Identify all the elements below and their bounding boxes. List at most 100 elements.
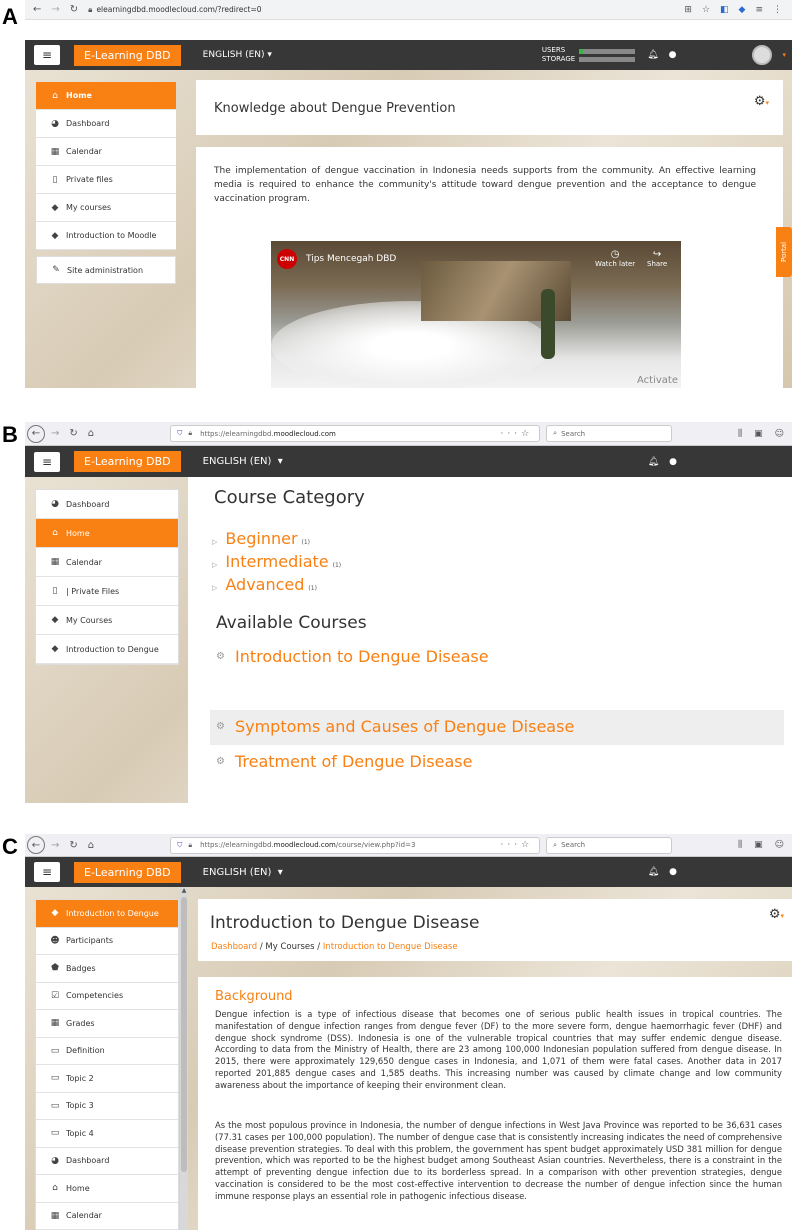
chat-icon[interactable]: ● (669, 50, 677, 60)
bell-icon[interactable]: 🔔︎ (648, 457, 659, 467)
language-menu[interactable]: ENGLISH (EN) ▾ (203, 456, 283, 467)
watch-later-button[interactable]: ◷ Watch later (595, 249, 635, 268)
forward-icon[interactable]: → (51, 4, 59, 15)
portal-tab[interactable]: Portal (776, 227, 792, 277)
sidebar-item[interactable]: ◕ Dashboard (36, 490, 178, 519)
sidebar-item-label: Introduction to Moodle (66, 231, 157, 240)
sidebar-scrollbar[interactable]: ▲ (180, 887, 188, 1230)
account-icon[interactable]: ☺ (775, 840, 784, 850)
sidebar-item[interactable]: ▦ Calendar (36, 1203, 178, 1230)
search-input[interactable]: ⌕ Search (546, 425, 673, 442)
gear-icon[interactable]: ⚙▾ (754, 94, 769, 109)
search-input[interactable]: ⌕ Search (546, 836, 673, 854)
course-link[interactable]: ⚙ Treatment of Dengue Disease (216, 752, 472, 771)
reload-icon[interactable]: ↻ (69, 840, 77, 851)
sidebar-item[interactable]: ◆ My Courses (36, 606, 178, 635)
extension-icon[interactable]: ◆ (739, 5, 746, 15)
bell-icon[interactable]: 🔔︎ (648, 867, 659, 877)
sidebar-item[interactable]: ◆ My courses (36, 194, 176, 222)
category-link[interactable]: ▷ Advanced (1) (212, 575, 341, 594)
sidebar-item[interactable]: ▦ Calendar (36, 138, 176, 166)
forward-icon[interactable]: → (51, 428, 59, 439)
reload-icon[interactable]: ↻ (70, 4, 78, 15)
sidebar-item[interactable]: ⌂ Home (36, 82, 176, 110)
dashboard-icon: ◕ (51, 118, 59, 129)
brand-button[interactable]: E-Learning DBD (74, 44, 181, 66)
graduation-cap-icon: ◆ (51, 615, 59, 625)
address-bar[interactable]: elearningdbd.moodlecloud.com/?redirect=0 (96, 5, 261, 14)
star-icon[interactable]: ☆ (702, 5, 710, 15)
chevron-down-icon[interactable]: ▾ (782, 51, 786, 59)
lock-icon: 🔒︎ (188, 840, 193, 849)
sidebar-item[interactable]: ▯ | Private Files (36, 577, 178, 606)
brand-button[interactable]: E-Learning DBD (74, 861, 181, 883)
language-menu[interactable]: ENGLISH (EN) ▾ (203, 867, 283, 878)
reload-icon[interactable]: ↻ (69, 428, 77, 439)
category-link[interactable]: ▷ Beginner (1) (212, 529, 341, 548)
sidebar-item-label: Calendar (66, 147, 102, 156)
sidebar-item[interactable]: ◕ Dashboard (36, 110, 176, 138)
sidebar-item[interactable]: ☑ Competencies (36, 983, 178, 1010)
address-bar[interactable]: ⛉ 🔒︎ https://elearningdbd. moodlecloud.co… (170, 425, 541, 442)
sidebar-item[interactable]: ▭ Topic 4 (36, 1120, 178, 1148)
sidebar-item[interactable]: ▦ Grades (36, 1010, 178, 1038)
video-player[interactable]: CNN Tips Mencegah DBD ◷ Watch later ↪ Shar… (271, 241, 681, 388)
sidebar-item[interactable]: ⌂ Home (36, 519, 178, 548)
course-link[interactable]: ⚙ Symptoms and Causes of Dengue Disease (216, 717, 574, 736)
sidebar-item[interactable]: ⬟ Badges (36, 955, 178, 983)
page-actions-icon[interactable]: ···☆ (500, 840, 533, 850)
reading-list-icon[interactable]: ≡ (755, 5, 763, 15)
brand-button[interactable]: E-Learning DBD (74, 451, 181, 472)
sidebar-item[interactable]: ◕ Dashboard (36, 1148, 178, 1175)
sidebar-item[interactable]: ✎ Site administration (36, 256, 176, 284)
forward-icon[interactable]: → (51, 840, 59, 851)
chat-icon[interactable]: ● (669, 457, 677, 467)
back-icon[interactable]: ← (27, 836, 45, 854)
sidebar-item[interactable]: ◆ Introduction to Moodle (36, 222, 176, 250)
breadcrumb-link[interactable]: Dashboard (211, 942, 257, 952)
sidebar-item[interactable]: ⌂ Home (36, 1175, 178, 1203)
shield-icon: ⛉ (177, 840, 183, 849)
page-actions-icon[interactable]: ···☆ (500, 429, 533, 439)
hamburger-icon[interactable]: ≡ (34, 451, 60, 472)
bell-icon[interactable]: 🔔︎ (647, 50, 658, 60)
category-link[interactable]: ▷ Intermediate (1) (212, 552, 341, 571)
sidebar-item[interactable]: ▭ Topic 2 (36, 1065, 178, 1093)
home-icon[interactable]: ⌂ (88, 840, 94, 851)
back-icon[interactable]: ← (33, 4, 41, 15)
sidebar-icon[interactable]: ▣ (754, 429, 763, 439)
share-button[interactable]: ↪ Share (647, 249, 667, 268)
sidebar-item-label: Topic 3 (66, 1101, 94, 1111)
graduation-cap-icon: ◆ (51, 202, 59, 213)
sidebar-item[interactable]: ▯ Private files (36, 166, 176, 194)
course-link[interactable]: ⚙ Introduction to Dengue Disease (216, 647, 489, 666)
sidebar-item[interactable]: ▭ Definition (36, 1038, 178, 1065)
chat-icon[interactable]: ● (669, 867, 677, 877)
navbar-c: ≡ E-Learning DBD ENGLISH (EN) ▾ 🔔︎ ● (25, 857, 792, 887)
back-icon[interactable]: ← (27, 424, 45, 443)
library-icon[interactable]: ⫼ (738, 840, 742, 850)
library-icon[interactable]: ⫼ (738, 429, 742, 439)
users-label: USERS (541, 46, 566, 54)
sidebar-item[interactable]: ◆ Introduction to Dengue (36, 900, 178, 928)
home-icon[interactable]: ⌂ (88, 428, 94, 439)
address-bar[interactable]: ⛉ 🔒︎ https://elearningdbd. moodlecloud.co… (170, 836, 541, 854)
translate-icon[interactable]: ⊞ (684, 5, 692, 15)
language-menu[interactable]: ENGLISH (EN) ▾ (203, 50, 272, 60)
breadcrumb-link[interactable]: My Courses (265, 942, 314, 952)
breadcrumb-link[interactable]: Introduction to Dengue Disease (323, 942, 458, 952)
hamburger-icon[interactable]: ≡ (34, 862, 60, 882)
sidebar-icon[interactable]: ▣ (754, 840, 763, 850)
sidebar-item[interactable]: ◆ Introduction to Dengue (36, 635, 178, 664)
hamburger-icon[interactable]: ≡ (34, 45, 60, 65)
content-card-c: Background Dengue infection is a type of… (198, 977, 792, 1230)
sidebar-item[interactable]: ▭ Topic 3 (36, 1093, 178, 1120)
menu-icon[interactable]: ⋮ (773, 5, 782, 15)
extension-icon[interactable]: ◧ (720, 5, 729, 15)
sidebar-item[interactable]: ▦ Calendar (36, 548, 178, 577)
user-avatar[interactable] (752, 45, 773, 65)
channel-logo: CNN (277, 249, 297, 269)
gear-icon[interactable]: ⚙▾ (769, 907, 784, 922)
sidebar-item[interactable]: ☻ Participants (36, 928, 178, 955)
account-icon[interactable]: ☺ (775, 429, 784, 439)
